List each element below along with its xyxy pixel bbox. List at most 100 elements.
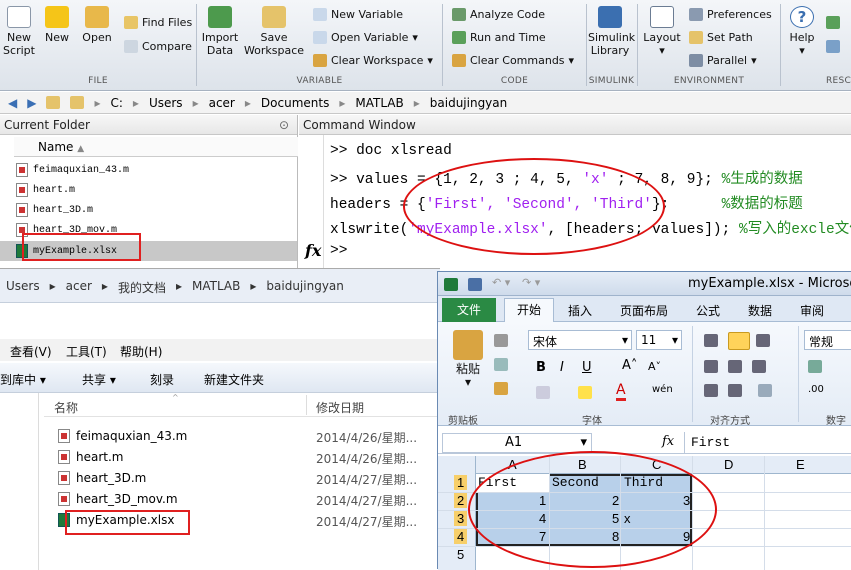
align-right-icon[interactable] bbox=[752, 360, 766, 373]
insert-function-icon[interactable]: fx bbox=[662, 434, 674, 449]
forward-arrow-icon[interactable]: ▶ bbox=[27, 96, 36, 110]
new-variable-button[interactable]: New Variable bbox=[313, 8, 403, 21]
font-name-select[interactable]: 宋体 ▾ bbox=[528, 330, 632, 350]
layout-button[interactable]: Layout ▾ bbox=[641, 6, 683, 57]
run-and-time-button[interactable]: Run and Time bbox=[452, 31, 546, 44]
share-button[interactable]: 共享 ▾ bbox=[82, 371, 116, 388]
currency-icon[interactable] bbox=[808, 360, 822, 373]
tab-review[interactable]: 审阅 bbox=[800, 302, 824, 319]
bold-button[interactable]: B bbox=[536, 360, 546, 375]
menu-tools[interactable]: 工具(T) bbox=[66, 343, 107, 360]
menu-view[interactable]: 查看(V) bbox=[10, 343, 52, 360]
analyze-code-button[interactable]: Analyze Code bbox=[452, 8, 545, 21]
path-segment-matlab[interactable]: MATLAB bbox=[355, 96, 403, 110]
set-path-button[interactable]: Set Path bbox=[689, 31, 753, 44]
new-folder-button[interactable]: 新建文件夹 bbox=[204, 371, 264, 388]
file-row[interactable]: heart_3D.m bbox=[58, 471, 146, 485]
row-header-2[interactable]: 2 bbox=[454, 493, 468, 508]
decimal-icon[interactable]: .00 bbox=[808, 384, 824, 395]
path-segment-baidujingyan[interactable]: baidujingyan bbox=[430, 96, 507, 110]
file-row[interactable]: heart_3D_mov.m bbox=[58, 492, 178, 506]
fx-icon[interactable]: fx bbox=[305, 241, 321, 260]
community-button[interactable] bbox=[826, 16, 840, 29]
tab-file[interactable]: 文件 bbox=[442, 298, 496, 322]
save-workspace-button[interactable]: Save Workspace bbox=[243, 6, 305, 57]
tab-home[interactable]: 开始 bbox=[504, 298, 554, 323]
fill-color-icon[interactable] bbox=[578, 386, 592, 399]
parallel-button[interactable]: Parallel ▾ bbox=[689, 54, 757, 67]
number-format-select[interactable]: 常规 bbox=[804, 330, 851, 350]
column-header-e[interactable]: E bbox=[796, 457, 805, 472]
row-header-5[interactable]: 5 bbox=[457, 547, 464, 562]
file-row[interactable]: heart.m bbox=[58, 450, 123, 464]
row-header-4[interactable]: 4 bbox=[454, 529, 468, 544]
phonetic-icon[interactable]: wén bbox=[652, 384, 673, 395]
list-item[interactable]: feimaquxian_43.m bbox=[16, 163, 129, 177]
menu-help[interactable]: 帮助(H) bbox=[120, 343, 162, 360]
path-segment-users[interactable]: Users bbox=[149, 96, 183, 110]
find-files-button[interactable]: Find Files bbox=[124, 16, 192, 29]
save-icon[interactable] bbox=[468, 278, 482, 291]
up-folder-icon[interactable] bbox=[46, 96, 61, 109]
borders-icon[interactable] bbox=[536, 386, 550, 399]
clear-commands-button[interactable]: Clear Commands ▾ bbox=[452, 54, 574, 67]
column-header-date[interactable]: 修改日期 bbox=[316, 399, 364, 416]
format-painter-icon[interactable] bbox=[494, 382, 508, 395]
name-column-header[interactable]: Name ▲ bbox=[14, 137, 298, 157]
preferences-button[interactable]: Preferences bbox=[689, 8, 772, 21]
column-header-d[interactable]: D bbox=[724, 457, 733, 472]
compare-button[interactable]: Compare bbox=[124, 40, 192, 53]
align-left-icon[interactable] bbox=[704, 360, 718, 373]
shrink-font-icon[interactable]: A˅ bbox=[648, 360, 661, 373]
row-header-3[interactable]: 3 bbox=[454, 511, 468, 526]
new-button[interactable]: New bbox=[40, 6, 74, 44]
new-script-button[interactable]: New Script bbox=[2, 6, 36, 57]
list-item[interactable]: heart.m bbox=[16, 183, 75, 197]
simulink-library-button[interactable]: Simulink Library bbox=[588, 6, 635, 57]
panel-menu-icon[interactable]: ⊙ bbox=[279, 115, 289, 135]
open-button[interactable]: Open bbox=[80, 6, 114, 44]
path-segment-documents[interactable]: Documents bbox=[261, 96, 329, 110]
italic-button[interactable]: I bbox=[560, 360, 564, 375]
decrease-indent-icon[interactable] bbox=[704, 384, 718, 397]
clear-workspace-button[interactable]: Clear Workspace ▾ bbox=[313, 54, 433, 67]
list-item[interactable]: heart_3D.m bbox=[16, 203, 93, 217]
burn-button[interactable]: 刻录 bbox=[150, 371, 174, 388]
paste-button[interactable]: 粘贴 ▾ bbox=[448, 330, 488, 389]
align-bottom-icon[interactable] bbox=[756, 334, 770, 347]
path-segment-acer[interactable]: acer bbox=[209, 96, 235, 110]
row-header-1[interactable]: 1 bbox=[454, 475, 468, 490]
include-in-library-button[interactable]: 到库中 ▾ bbox=[0, 371, 46, 388]
cut-icon[interactable] bbox=[494, 334, 508, 347]
font-size-select[interactable]: 11 ▾ bbox=[636, 330, 682, 350]
import-data-button[interactable]: Import Data bbox=[200, 6, 240, 57]
browse-folder-icon[interactable] bbox=[70, 96, 85, 109]
open-variable-button[interactable]: Open Variable ▾ bbox=[313, 31, 418, 44]
tab-insert[interactable]: 插入 bbox=[568, 302, 592, 319]
name-box[interactable]: A1 ▾ bbox=[442, 433, 592, 453]
request-support-button[interactable] bbox=[826, 40, 840, 53]
align-middle-icon[interactable] bbox=[728, 332, 750, 350]
back-arrow-icon[interactable]: ◀ bbox=[8, 96, 17, 110]
column-header-name[interactable]: 名称 bbox=[54, 399, 78, 416]
tab-data[interactable]: 数据 bbox=[748, 302, 772, 319]
undo-icon[interactable]: ↶ ▾ bbox=[492, 276, 510, 289]
tab-formulas[interactable]: 公式 bbox=[696, 302, 720, 319]
align-top-icon[interactable] bbox=[704, 334, 718, 347]
explorer-breadcrumb[interactable]: Users ▸ acer ▸ 我的文档 ▸ MATLAB ▸ baidujingyan bbox=[0, 269, 440, 303]
redo-icon[interactable]: ↷ ▾ bbox=[522, 276, 540, 289]
path-segment-drive[interactable]: C: bbox=[111, 96, 123, 110]
file-row[interactable]: feimaquxian_43.m bbox=[58, 429, 187, 443]
gear-icon bbox=[689, 8, 703, 21]
font-color-icon[interactable]: A bbox=[616, 382, 626, 401]
tab-page-layout[interactable]: 页面布局 bbox=[620, 302, 668, 319]
underline-button[interactable]: U bbox=[582, 360, 592, 375]
increase-indent-icon[interactable] bbox=[728, 384, 742, 397]
formula-input[interactable]: First bbox=[684, 432, 851, 454]
merge-center-icon[interactable] bbox=[758, 384, 772, 397]
copy-icon[interactable] bbox=[494, 358, 508, 371]
align-center-icon[interactable] bbox=[728, 360, 742, 373]
help-button[interactable]: ? Help ▾ bbox=[784, 6, 820, 57]
cmd-current-prompt[interactable]: >> bbox=[330, 243, 347, 259]
grow-font-icon[interactable]: A˄ bbox=[622, 358, 637, 373]
